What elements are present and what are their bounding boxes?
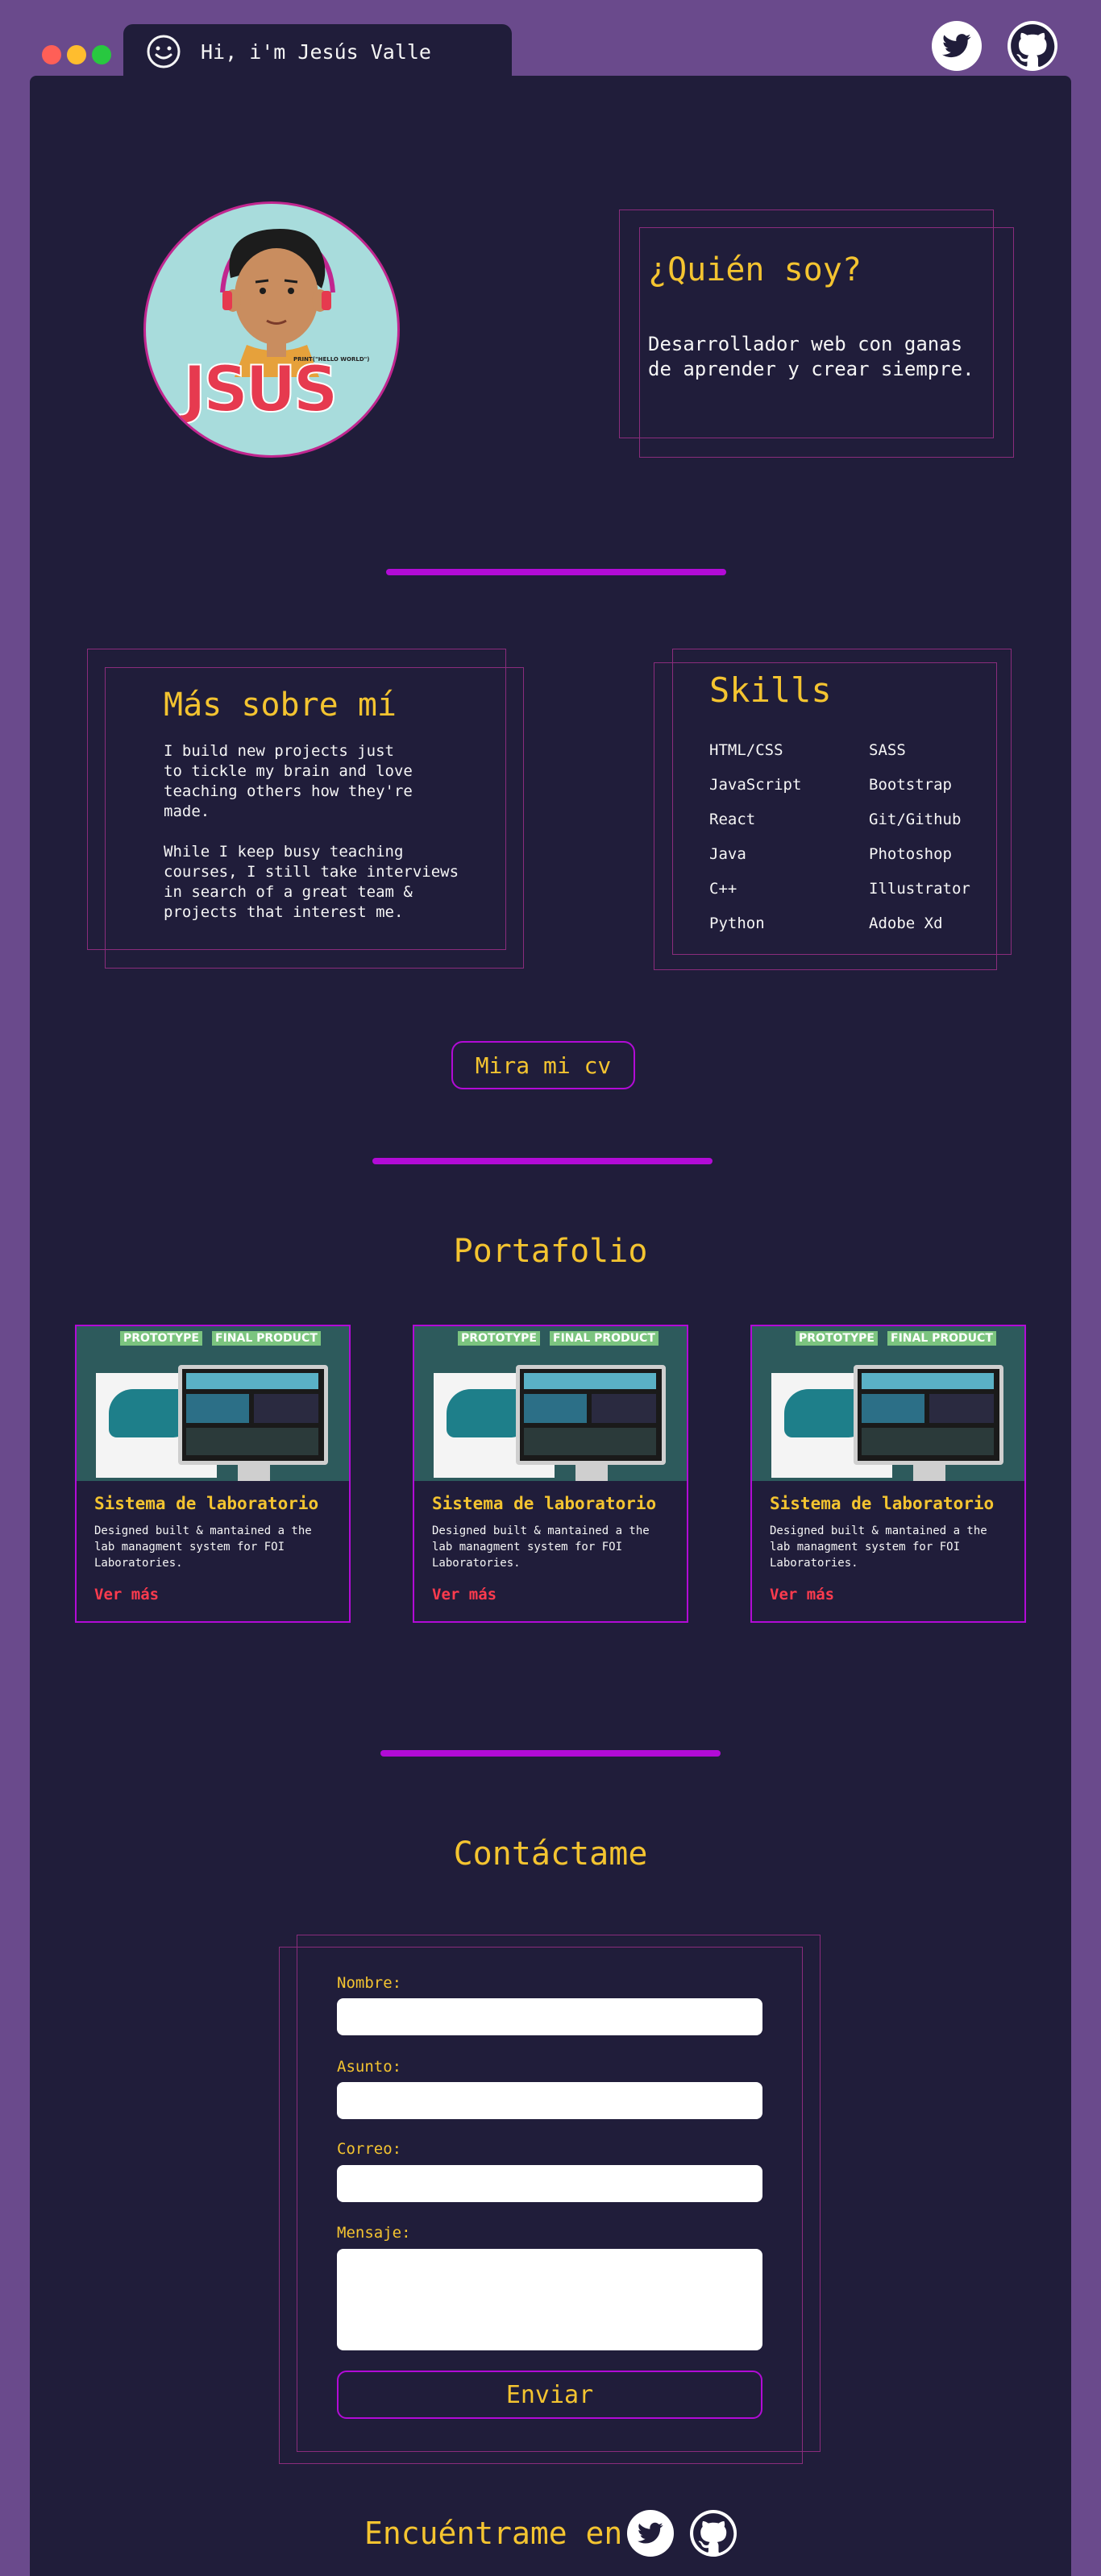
avatar: PRINT("HELLO WORLD") JSUS <box>143 201 400 458</box>
tab-title: Hi, i'm Jesús Valle <box>201 39 431 64</box>
skill-item: React <box>709 811 756 828</box>
smiley-icon <box>147 35 181 68</box>
who-title: ¿Quién soy? <box>648 251 862 288</box>
portfolio-card[interactable]: PROTOTYPE FINAL PRODUCT Sistema de labor… <box>75 1325 351 1623</box>
footer-twitter-link[interactable] <box>627 2510 674 2557</box>
project-screenshot: PROTOTYPE FINAL PRODUCT <box>414 1326 687 1481</box>
name-label: Nombre: <box>337 1974 402 1992</box>
project-screenshot: PROTOTYPE FINAL PRODUCT <box>77 1326 349 1481</box>
dashboard-panel <box>592 1394 656 1423</box>
dashboard-bars <box>186 1428 318 1455</box>
skill-item: SASS <box>869 741 906 759</box>
dashboard-header <box>862 1373 994 1389</box>
monitor-stand <box>575 1465 608 1481</box>
skill-item: Java <box>709 845 746 863</box>
skill-item: Photoshop <box>869 845 952 863</box>
portfolio-card[interactable]: PROTOTYPE FINAL PRODUCT Sistema de labor… <box>750 1325 1026 1623</box>
section-divider <box>380 1750 721 1757</box>
window-maximize-dot[interactable] <box>92 45 111 64</box>
dashboard-panel <box>254 1394 318 1423</box>
skill-item: Git/Github <box>869 811 962 828</box>
project-screenshot: PROTOTYPE FINAL PRODUCT <box>752 1326 1024 1481</box>
portfolio-title: Portafolio <box>453 1233 648 1270</box>
monitor-stand <box>238 1465 270 1481</box>
more-title: Más sobre mí <box>164 687 397 724</box>
twitter-icon <box>638 2522 663 2544</box>
card-desc: Designed built & mantained a the lab man… <box>94 1524 312 1570</box>
prototype-tag: PROTOTYPE <box>458 1331 540 1346</box>
subject-input[interactable] <box>337 2082 762 2119</box>
window-close-dot[interactable] <box>42 45 61 64</box>
dashboard-map <box>862 1394 924 1423</box>
dashboard-header <box>524 1373 656 1389</box>
portfolio-card[interactable]: PROTOTYPE FINAL PRODUCT Sistema de labor… <box>413 1325 688 1623</box>
email-label: Correo: <box>337 2140 402 2158</box>
dashboard-header <box>186 1373 318 1389</box>
more-text: I build new projects just to tickle my b… <box>164 742 459 921</box>
skill-item: HTML/CSS <box>709 741 783 759</box>
skills-title: Skills <box>709 670 832 710</box>
github-icon <box>693 2513 734 2553</box>
github-icon <box>1011 24 1055 67</box>
browser-tab[interactable]: Hi, i'm Jesús Valle <box>123 24 512 79</box>
dashboard-bars <box>524 1428 656 1455</box>
message-textarea[interactable] <box>337 2249 762 2350</box>
monitor-stand <box>913 1465 945 1481</box>
avatar-logo-text: JSUS <box>182 353 339 427</box>
card-more-link[interactable]: Ver más <box>770 1586 834 1603</box>
card-more-link[interactable]: Ver más <box>432 1586 496 1603</box>
who-text: Desarrollador web con ganas de aprender … <box>648 333 974 380</box>
skill-item: Python <box>709 915 765 932</box>
dashboard-bars <box>862 1428 994 1455</box>
map-shape <box>784 1389 865 1437</box>
card-title: Sistema de laboratorio <box>94 1494 319 1513</box>
dashboard-map <box>524 1394 587 1423</box>
final-product-tag: FINAL PRODUCT <box>550 1331 659 1346</box>
contact-title: Contáctame <box>453 1836 648 1873</box>
dashboard-map <box>186 1394 249 1423</box>
card-title: Sistema de laboratorio <box>432 1494 657 1513</box>
card-desc: Designed built & mantained a the lab man… <box>770 1524 987 1570</box>
prototype-tag: PROTOTYPE <box>120 1331 202 1346</box>
skill-item: JavaScript <box>709 776 802 794</box>
email-input[interactable] <box>337 2165 762 2202</box>
skill-item: C++ <box>709 880 737 898</box>
window-minimize-dot[interactable] <box>67 45 86 64</box>
final-product-tag: FINAL PRODUCT <box>212 1331 321 1346</box>
card-desc: Designed built & mantained a the lab man… <box>432 1524 650 1570</box>
map-shape <box>109 1389 189 1437</box>
footer-github-link[interactable] <box>690 2510 737 2557</box>
section-divider <box>372 1158 713 1164</box>
find-me-text: Encuéntrame en: <box>364 2516 642 2551</box>
final-product-tag: FINAL PRODUCT <box>887 1331 996 1346</box>
message-label: Mensaje: <box>337 2224 411 2242</box>
send-button[interactable]: Enviar <box>337 2371 762 2419</box>
section-divider <box>386 569 726 575</box>
skill-item: Illustrator <box>869 880 970 898</box>
cv-button[interactable]: Mira mi cv <box>451 1041 635 1089</box>
card-title: Sistema de laboratorio <box>770 1494 995 1513</box>
github-link[interactable] <box>1008 21 1057 71</box>
skill-item: Adobe Xd <box>869 915 943 932</box>
dashboard-panel <box>929 1394 994 1423</box>
prototype-tag: PROTOTYPE <box>796 1331 878 1346</box>
name-input[interactable] <box>337 1998 762 2035</box>
map-shape <box>447 1389 527 1437</box>
subject-label: Asunto: <box>337 2058 402 2076</box>
twitter-icon <box>942 34 971 58</box>
twitter-link[interactable] <box>932 21 982 71</box>
skill-item: Bootstrap <box>869 776 952 794</box>
card-more-link[interactable]: Ver más <box>94 1586 159 1603</box>
